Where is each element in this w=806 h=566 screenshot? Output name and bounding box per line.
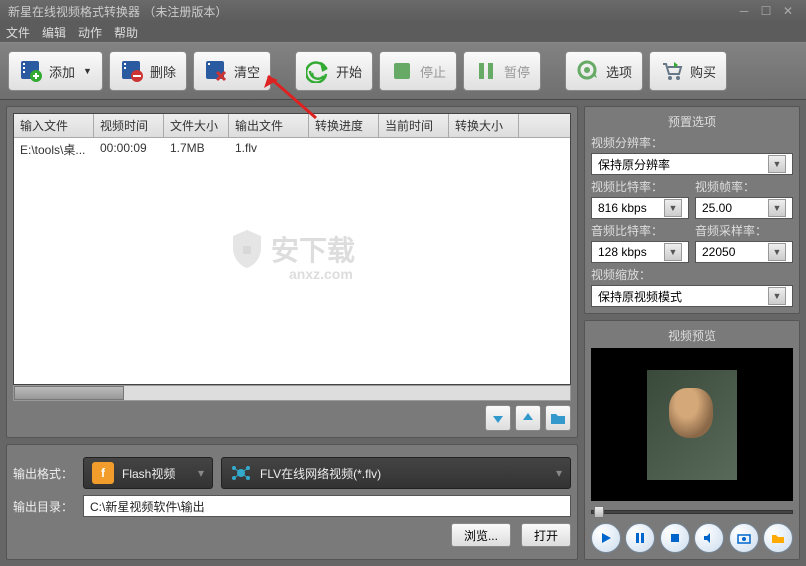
preset-title: 预置选项 [591, 113, 793, 130]
abitrate-label: 音频比特率： [591, 222, 689, 239]
menu-file[interactable]: 文件 [6, 24, 30, 41]
menubar: 文件 编辑 动作 帮助 [0, 22, 806, 42]
col-time[interactable]: 视频时间 [94, 114, 164, 137]
flash-icon: f [92, 462, 114, 484]
pause-preview-button[interactable] [625, 523, 655, 553]
preview-title: 视频预览 [591, 327, 793, 344]
col-size[interactable]: 文件大小 [164, 114, 229, 137]
vfps-label: 视频帧率： [695, 178, 793, 195]
asample-label: 音频采样率： [695, 222, 793, 239]
output-dir-input[interactable] [83, 495, 571, 517]
snapshot-button[interactable] [729, 523, 759, 553]
chevron-down-icon: ▼ [768, 155, 786, 173]
format-select[interactable]: FLV在线网络视频(*.flv) ▾ [221, 457, 571, 489]
pause-button[interactable]: 暂停 [463, 51, 541, 91]
vfps-select[interactable]: 25.00▼ [695, 197, 793, 219]
menu-action[interactable]: 动作 [78, 24, 102, 41]
network-icon [230, 462, 252, 484]
watermark: 安下载 anxz.com [229, 228, 355, 270]
col-progress[interactable]: 转换进度 [309, 114, 379, 137]
film-clear-icon [204, 59, 228, 83]
refresh-icon [306, 59, 330, 83]
minimize-button[interactable]: ─ [734, 4, 754, 18]
toolbar: 添加▼ 删除 清空 开始 停止 暂停 选项 购买 [0, 42, 806, 100]
horizontal-scrollbar[interactable] [13, 385, 571, 401]
col-curtime[interactable]: 当前时间 [379, 114, 449, 137]
file-table[interactable]: 输入文件 视频时间 文件大小 输出文件 转换进度 当前时间 转换大小 E:\to… [13, 113, 571, 385]
open-button[interactable]: 打开 [521, 523, 571, 547]
cart-icon [660, 59, 684, 83]
scale-select[interactable]: 保持原视频模式▼ [591, 285, 793, 307]
seek-slider[interactable] [591, 505, 793, 519]
abitrate-select[interactable]: 128 kbps▼ [591, 241, 689, 263]
move-up-button[interactable] [515, 405, 541, 431]
asample-select[interactable]: 22050▼ [695, 241, 793, 263]
pause-icon [474, 59, 498, 83]
move-down-button[interactable] [485, 405, 511, 431]
col-input[interactable]: 输入文件 [14, 114, 94, 137]
stop-icon [390, 59, 414, 83]
browse-button[interactable]: 浏览... [451, 523, 511, 547]
clear-button[interactable]: 清空 [193, 51, 271, 91]
volume-button[interactable] [694, 523, 724, 553]
chevron-down-icon: ▾ [198, 466, 204, 480]
video-preview[interactable] [591, 348, 793, 501]
film-delete-icon [120, 59, 144, 83]
options-button[interactable]: 选项 [565, 51, 643, 91]
add-button[interactable]: 添加▼ [8, 51, 103, 91]
open-folder-button[interactable] [763, 523, 793, 553]
titlebar: 新星在线视频格式转换器 （未注册版本） ─ ☐ ✕ [0, 0, 806, 22]
col-output[interactable]: 输出文件 [229, 114, 309, 137]
scale-label: 视频缩放： [591, 266, 793, 283]
gear-icon [576, 59, 600, 83]
dropdown-icon: ▼ [83, 66, 92, 76]
delete-button[interactable]: 删除 [109, 51, 187, 91]
table-row[interactable]: E:\tools\桌... 00:00:09 1.7MB 1.flv [14, 138, 570, 161]
preview-panel: 视频预览 [584, 320, 800, 560]
menu-help[interactable]: 帮助 [114, 24, 138, 41]
buy-button[interactable]: 购买 [649, 51, 727, 91]
close-button[interactable]: ✕ [778, 4, 798, 18]
file-list-panel: 输入文件 视频时间 文件大小 输出文件 转换进度 当前时间 转换大小 E:\to… [6, 106, 578, 438]
format-label: 输出格式： [13, 465, 75, 482]
chevron-down-icon: ▾ [556, 466, 562, 480]
preview-frame [647, 370, 737, 480]
output-panel: 输出格式： f Flash视频 ▾ FLV在线网络视频(*.flv) ▾ 输出目… [6, 444, 578, 560]
maximize-button[interactable]: ☐ [756, 4, 776, 18]
stop-preview-button[interactable] [660, 523, 690, 553]
film-add-icon [19, 59, 43, 83]
folder-button[interactable] [545, 405, 571, 431]
vbitrate-select[interactable]: 816 kbps▼ [591, 197, 689, 219]
start-button[interactable]: 开始 [295, 51, 373, 91]
format-category-select[interactable]: f Flash视频 ▾ [83, 457, 213, 489]
stop-button[interactable]: 停止 [379, 51, 457, 91]
app-title: 新星在线视频格式转换器 （未注册版本） [8, 3, 227, 20]
dir-label: 输出目录： [13, 498, 75, 515]
resolution-label: 视频分辨率： [591, 134, 793, 151]
menu-edit[interactable]: 编辑 [42, 24, 66, 41]
preset-panel: 预置选项 视频分辨率： 保持原分辨率▼ 视频比特率： 816 kbps▼ 视频帧… [584, 106, 800, 314]
vbitrate-label: 视频比特率： [591, 178, 689, 195]
col-convsize[interactable]: 转换大小 [449, 114, 519, 137]
resolution-select[interactable]: 保持原分辨率▼ [591, 153, 793, 175]
play-button[interactable] [591, 523, 621, 553]
